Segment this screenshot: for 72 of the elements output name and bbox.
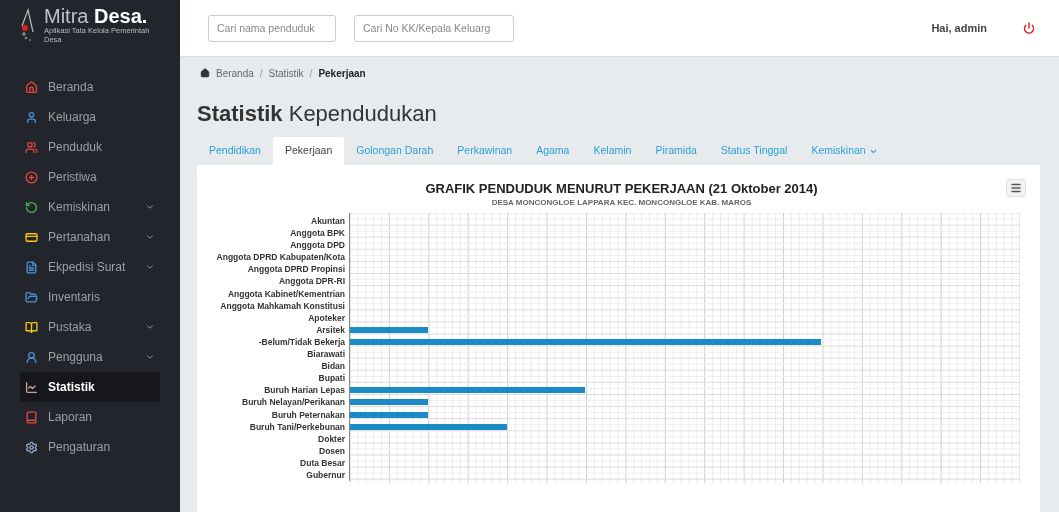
page-title: Statistik Kependudukan xyxy=(197,100,438,128)
book-icon xyxy=(25,410,38,424)
chart-title: GRAFIK PENDUDUK MENURUT PEKERJAAN (21 Oktober 2014) xyxy=(425,181,818,197)
file-icon xyxy=(25,260,38,274)
sidebar-item[interactable]: Beranda xyxy=(20,72,160,102)
home-icon xyxy=(200,68,210,78)
power-icon xyxy=(1023,22,1035,34)
category-label: Biarawati xyxy=(306,348,346,361)
category-label: Dosen xyxy=(318,444,346,457)
category-label: Akuntan xyxy=(310,215,346,228)
brand-name: Mitra Desa. xyxy=(44,6,149,26)
category-label: Anggota Kabinet/Kementrian xyxy=(226,287,346,300)
user-icon xyxy=(25,350,38,364)
category-label: Anggota DPRD Kabupaten/Kota xyxy=(215,251,346,264)
category-label: Anggota BPK xyxy=(289,227,346,240)
house-icon xyxy=(25,80,38,94)
menu-button[interactable] xyxy=(1006,179,1026,197)
sidebar-item[interactable]: Ekpedisi Surat xyxy=(20,252,160,282)
category-label: Apoteker xyxy=(307,311,346,324)
category-label: Buruh Peternakan xyxy=(270,408,346,421)
category-label: -Belum/Tidak Bekerja xyxy=(257,335,346,349)
category-label: Anggota Mahkamah Konstitusi xyxy=(219,299,346,312)
settings-icon xyxy=(25,440,38,454)
circle-plus-icon xyxy=(25,170,38,184)
card-icon xyxy=(25,230,38,244)
breadcrumb-item[interactable]: Beranda xyxy=(216,65,254,81)
category-label: Dokter xyxy=(317,432,346,445)
user-icon xyxy=(25,110,38,124)
sidebar-item[interactable]: Laporan xyxy=(20,402,160,432)
category-label: Buruh Nelayan/Perikanan xyxy=(241,396,346,409)
caret-icon xyxy=(145,202,155,212)
user-greeting: Hai, admin xyxy=(931,20,987,36)
users-icon xyxy=(25,140,38,154)
caret-icon xyxy=(145,352,155,362)
category-label: Buruh Harian Lepas xyxy=(263,384,346,397)
category-label: Bupati xyxy=(317,372,346,385)
category-label: Anggota DPRD Propinsi xyxy=(246,263,346,276)
category-label: Bidan xyxy=(320,360,346,373)
sidebar-item[interactable]: Pengaturan xyxy=(20,432,160,462)
tab[interactable]: Pekerjaan xyxy=(272,137,345,165)
caret-icon xyxy=(145,232,155,242)
sidebar-item[interactable]: Kemiskinan xyxy=(20,192,160,222)
category-label: Buruh Tani/Perkebunan xyxy=(248,420,346,433)
chart-subtitle: DESA MONCONGLOE LAPPARA KEC. MONCONGLOE KAB. MAROS xyxy=(491,197,752,209)
menu-icon xyxy=(1010,182,1022,194)
logo-icon xyxy=(20,8,36,42)
search-field[interactable]: Cari nama penduduk xyxy=(208,14,336,42)
refresh-icon xyxy=(25,200,38,214)
category-label: Duta Besar xyxy=(299,456,346,469)
sidebar-item[interactable]: Peristiwa xyxy=(20,162,160,192)
category-label: Anggota DPR-RI xyxy=(277,275,346,288)
sidebar-item[interactable]: Penduduk xyxy=(20,132,160,162)
search-field[interactable]: Cari No KK/Kepala Keluarg xyxy=(354,14,514,42)
category-label: Arsitek xyxy=(315,323,346,336)
category-label: Gubernur xyxy=(305,468,346,482)
line-chart-icon xyxy=(25,380,38,394)
sidebar-item[interactable]: Pengguna xyxy=(20,342,160,372)
book-icon xyxy=(25,320,38,334)
sidebar-item[interactable]: Keluarga xyxy=(20,102,160,132)
sidebar-item[interactable]: Pertanahan xyxy=(20,222,160,252)
sidebar-item[interactable]: Inventaris xyxy=(20,282,160,312)
breadcrumb-separator: / xyxy=(309,66,313,81)
breadcrumb-item[interactable]: Statistik xyxy=(268,65,304,81)
caret-icon xyxy=(145,322,155,332)
sidebar-item[interactable]: Statistik xyxy=(20,372,160,402)
folder-icon xyxy=(25,290,38,304)
logout-button[interactable] xyxy=(1023,22,1035,34)
category-label: Anggota DPD xyxy=(289,239,346,252)
breadcrumb-item: Pekerjaan xyxy=(318,66,366,81)
sidebar-item[interactable]: Pustaka xyxy=(20,312,160,342)
breadcrumb-separator: / xyxy=(259,66,263,81)
caret-icon xyxy=(145,262,155,272)
